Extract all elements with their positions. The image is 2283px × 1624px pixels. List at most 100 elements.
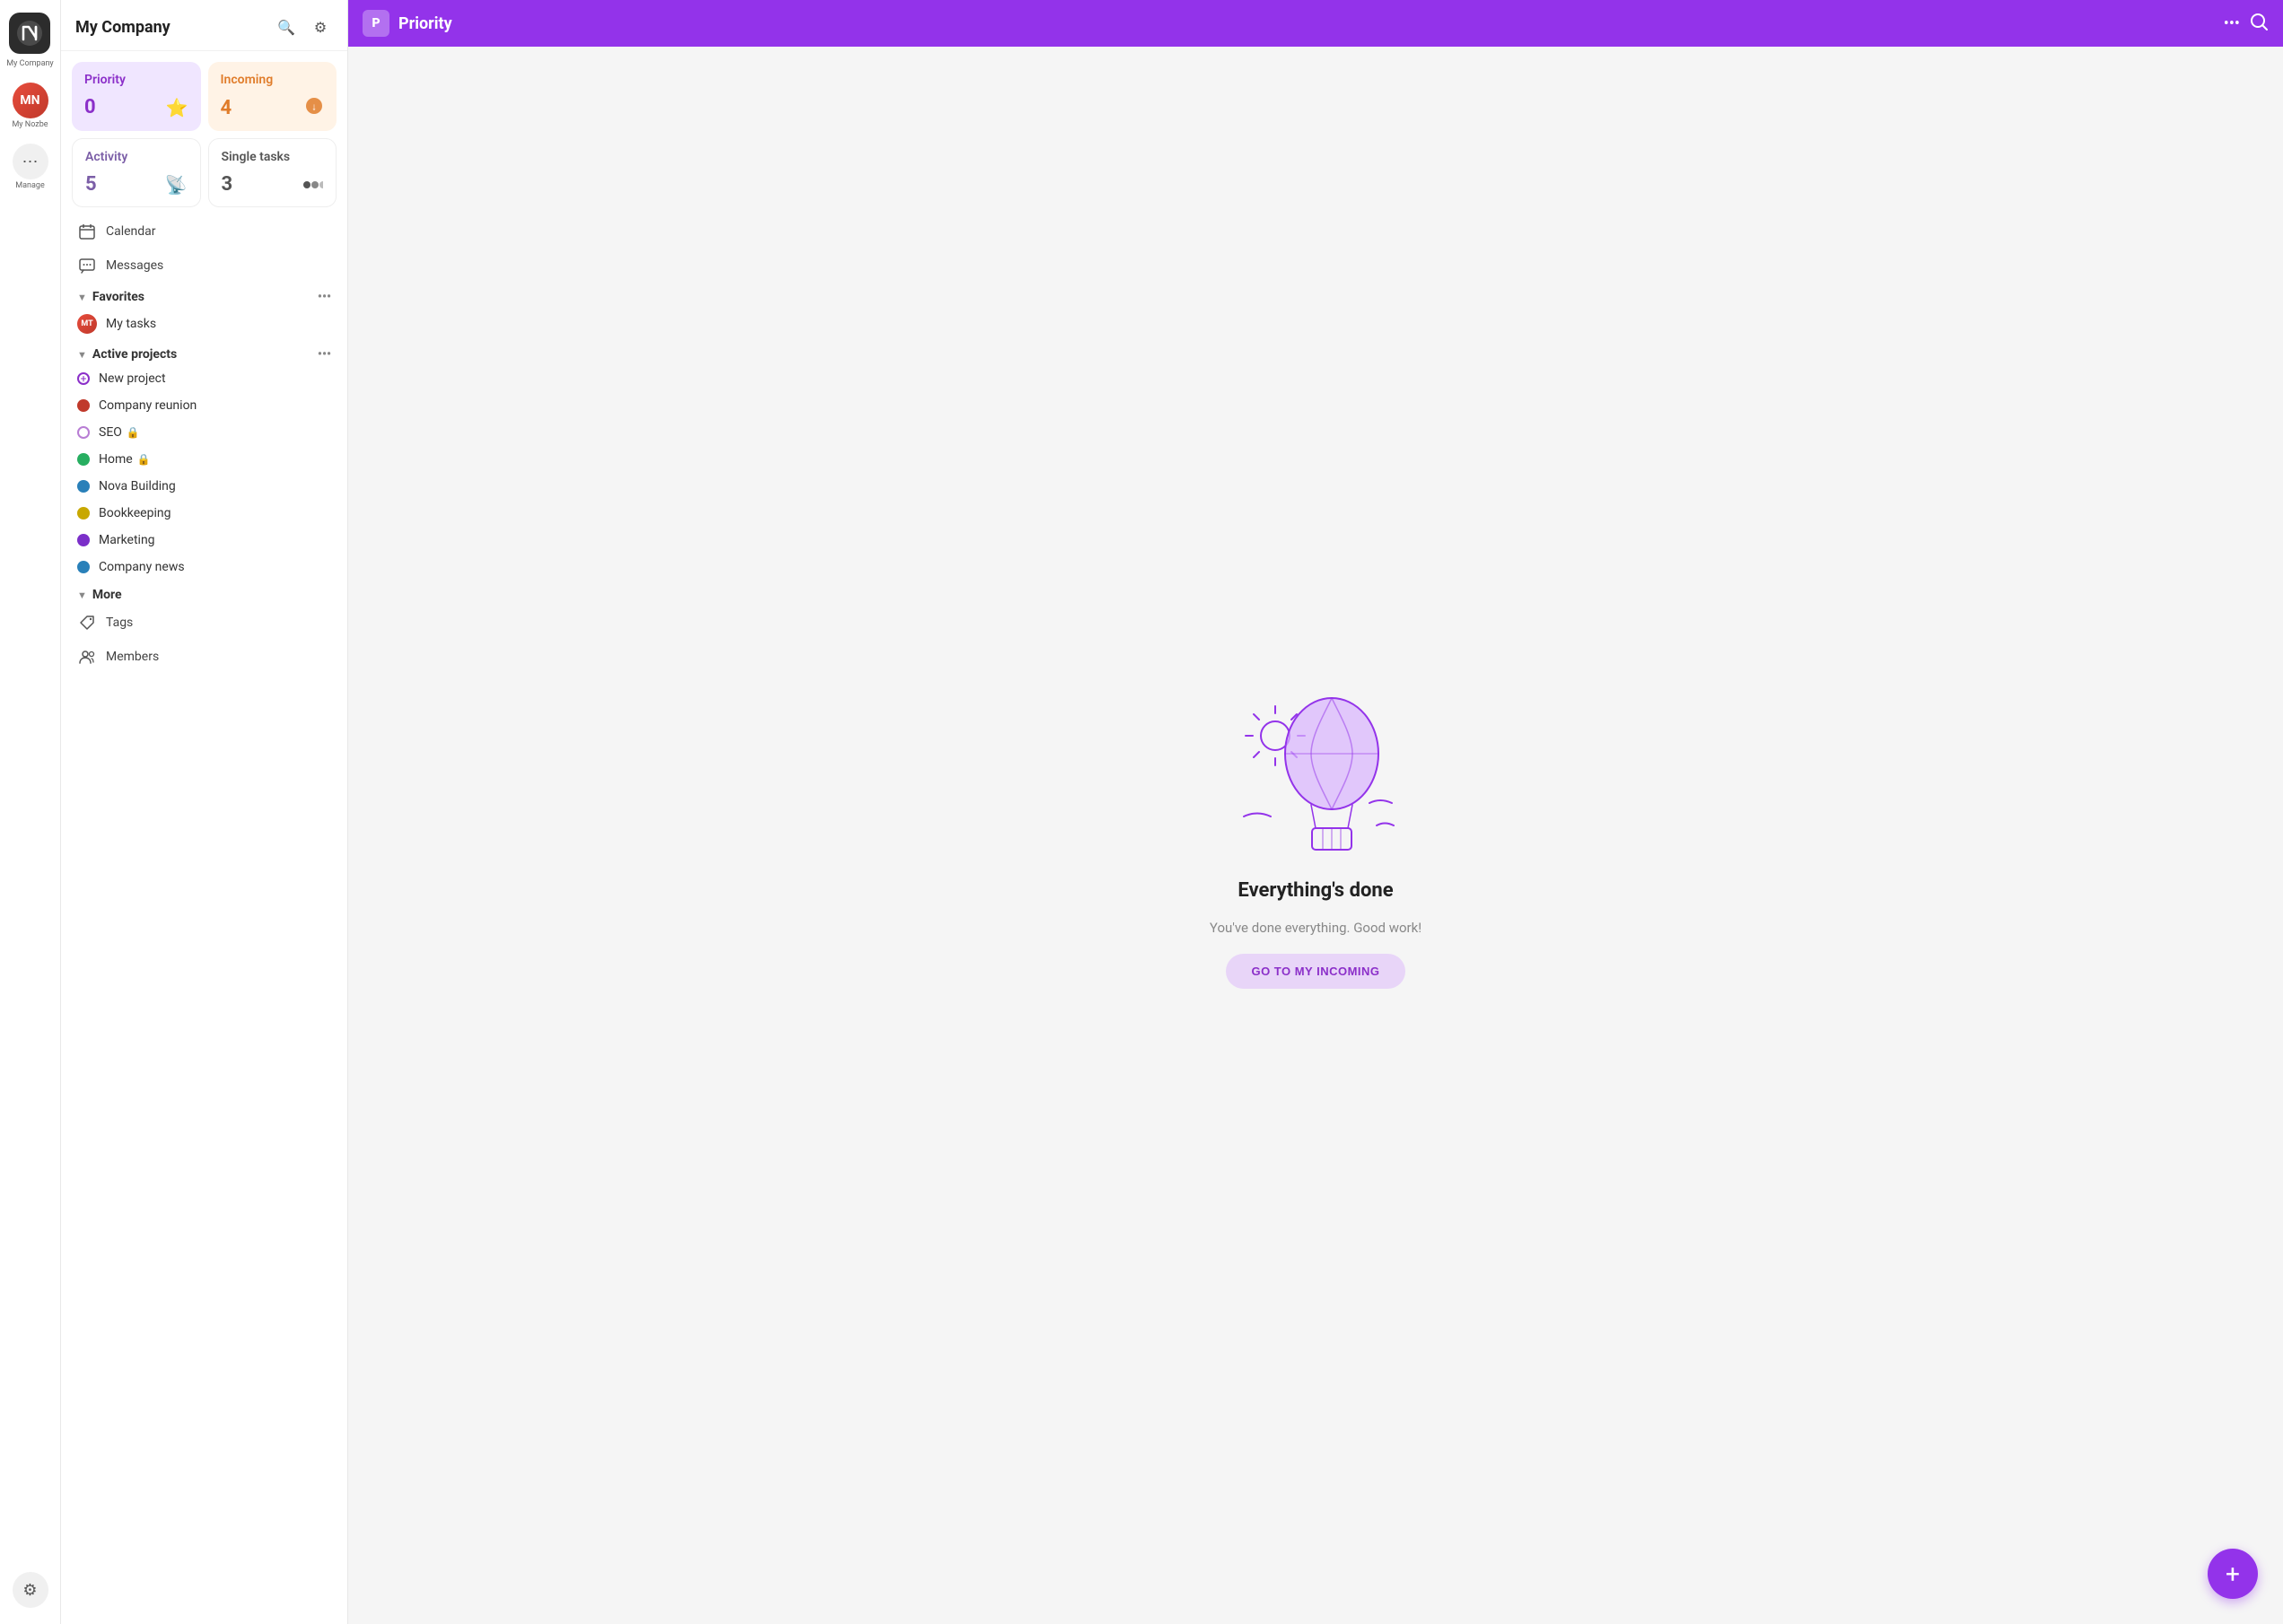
logo-svg xyxy=(15,19,44,48)
favorites-my-tasks[interactable]: MT My tasks xyxy=(68,308,340,340)
project-label-seo: SEO 🔒 xyxy=(99,425,140,440)
project-label-home: Home 🔒 xyxy=(99,452,151,467)
topbar-logo-letter: P xyxy=(372,16,380,31)
single-tasks-icon xyxy=(303,174,323,196)
project-bookkeeping[interactable]: Bookkeeping xyxy=(68,500,340,527)
tags-label: Tags xyxy=(106,616,133,630)
incoming-card-count: 4 xyxy=(221,97,232,119)
more-chevron: ▼ xyxy=(77,589,87,601)
settings-bottom-icon[interactable]: ⚙ xyxy=(13,1572,48,1608)
incoming-icon: ↓ xyxy=(304,96,324,120)
active-projects-section-header: ▼ Active projects ••• xyxy=(68,340,340,365)
my-tasks-label: My tasks xyxy=(106,317,156,331)
active-projects-header-left: ▼ Active projects xyxy=(77,347,177,362)
project-seo[interactable]: SEO 🔒 xyxy=(68,419,340,446)
my-tasks-avatar-initials: MT xyxy=(81,319,92,328)
svg-text:↓: ↓ xyxy=(311,101,317,113)
incoming-card[interactable]: Incoming 4 ↓ xyxy=(208,62,337,131)
more-label: More xyxy=(92,588,122,602)
nav-item-calendar[interactable]: Calendar xyxy=(68,214,340,249)
priority-card-bottom: 0 ⭐ xyxy=(84,96,188,118)
activity-card-count: 5 xyxy=(85,173,97,196)
project-label-company-reunion: Company reunion xyxy=(99,398,197,413)
priority-star-icon: ⭐ xyxy=(166,97,188,118)
main-content: P Priority ••• xyxy=(348,0,2283,1624)
tags-icon xyxy=(77,613,97,633)
nav-item-messages[interactable]: Messages xyxy=(68,249,340,283)
empty-subtitle: You've done everything. Good work! xyxy=(1210,920,1421,936)
balloon-illustration xyxy=(1217,682,1414,861)
company-logo xyxy=(9,13,50,54)
new-project-label: New project xyxy=(99,371,166,386)
seo-badge: 🔒 xyxy=(127,426,140,439)
topbar: P Priority ••• xyxy=(348,0,2283,47)
project-label-marketing: Marketing xyxy=(99,533,155,547)
project-company-reunion[interactable]: Company reunion xyxy=(68,392,340,419)
incoming-card-bottom: 4 ↓ xyxy=(221,96,325,120)
favorites-more-icon[interactable]: ••• xyxy=(318,290,331,304)
sidebar-scroll: Priority 0 ⭐ Incoming 4 ↓ xyxy=(61,51,347,1624)
goto-incoming-button[interactable]: GO TO MY INCOMING xyxy=(1226,954,1404,989)
project-label-company-news: Company news xyxy=(99,560,185,574)
project-home[interactable]: Home 🔒 xyxy=(68,446,340,473)
active-projects-more-icon[interactable]: ••• xyxy=(318,347,331,362)
priority-card[interactable]: Priority 0 ⭐ xyxy=(72,62,201,131)
manage-item[interactable]: ⋯ Manage xyxy=(9,140,52,194)
my-nozbe-label: My Nozbe xyxy=(12,120,48,129)
project-dot-company-reunion xyxy=(77,399,90,412)
cards-grid: Priority 0 ⭐ Incoming 4 ↓ xyxy=(68,62,340,207)
project-dot-marketing xyxy=(77,534,90,546)
active-projects-label: Active projects xyxy=(92,347,177,362)
topbar-search-icon[interactable] xyxy=(2249,12,2269,36)
my-nozbe-item[interactable]: MN My Nozbe xyxy=(8,79,51,133)
project-nova-building[interactable]: Nova Building xyxy=(68,473,340,500)
favorites-header-left: ▼ Favorites xyxy=(77,290,144,304)
manage-label: Manage xyxy=(15,181,44,190)
company-label: My Company xyxy=(6,59,53,68)
project-dot-seo xyxy=(77,426,90,439)
fab-plus-icon: + xyxy=(2226,1559,2240,1589)
nav-item-members[interactable]: Members xyxy=(68,640,340,674)
icon-bar: My Company MN My Nozbe ⋯ Manage ⚙ xyxy=(0,0,61,1624)
activity-icon: 📡 xyxy=(165,174,188,196)
sidebar-header: My Company 🔍 ⚙ xyxy=(61,0,347,51)
company-logo-item[interactable]: My Company xyxy=(3,9,57,72)
messages-label: Messages xyxy=(106,258,163,273)
single-tasks-card-label: Single tasks xyxy=(222,150,324,164)
new-project-item[interactable]: + New project xyxy=(68,365,340,392)
center-area: Everything's done You've done everything… xyxy=(348,47,2283,1624)
topbar-dots-icon[interactable]: ••• xyxy=(2224,14,2240,33)
single-tasks-card[interactable]: Single tasks 3 xyxy=(208,138,337,207)
project-company-news[interactable]: Company news xyxy=(68,554,340,581)
activity-card[interactable]: Activity 5 📡 xyxy=(72,138,201,207)
members-icon xyxy=(77,647,97,667)
activity-card-label: Activity xyxy=(85,150,188,164)
active-projects-chevron: ▼ xyxy=(77,349,87,361)
avatar: MN xyxy=(13,83,48,118)
calendar-label: Calendar xyxy=(106,224,156,239)
favorites-section-header: ▼ Favorites ••• xyxy=(68,283,340,308)
settings-icon[interactable]: ⚙ xyxy=(308,14,333,39)
priority-card-label: Priority xyxy=(84,73,188,87)
project-dot-bookkeeping xyxy=(77,507,90,520)
empty-title: Everything's done xyxy=(1238,879,1393,902)
sidebar-title: My Company xyxy=(75,18,171,37)
sidebar-header-icons: 🔍 ⚙ xyxy=(274,14,333,39)
calendar-icon xyxy=(77,222,97,241)
favorites-label: Favorites xyxy=(92,290,144,304)
sidebar: My Company 🔍 ⚙ Priority 0 ⭐ Incoming 4 xyxy=(61,0,348,1624)
nav-item-tags[interactable]: Tags xyxy=(68,606,340,640)
my-tasks-avatar: MT xyxy=(77,314,97,334)
project-marketing[interactable]: Marketing xyxy=(68,527,340,554)
project-label-nova-building: Nova Building xyxy=(99,479,176,493)
home-badge: 🔒 xyxy=(137,453,151,466)
new-project-add-icon: + xyxy=(77,372,90,385)
fab-add-button[interactable]: + xyxy=(2208,1549,2258,1599)
project-dot-company-news xyxy=(77,561,90,573)
activity-card-bottom: 5 📡 xyxy=(85,173,188,196)
more-section-header: ▼ More xyxy=(68,581,340,606)
single-tasks-card-bottom: 3 xyxy=(222,173,324,196)
topbar-logo: P xyxy=(363,10,389,37)
search-icon[interactable]: 🔍 xyxy=(274,14,299,39)
more-header-left: ▼ More xyxy=(77,588,122,602)
